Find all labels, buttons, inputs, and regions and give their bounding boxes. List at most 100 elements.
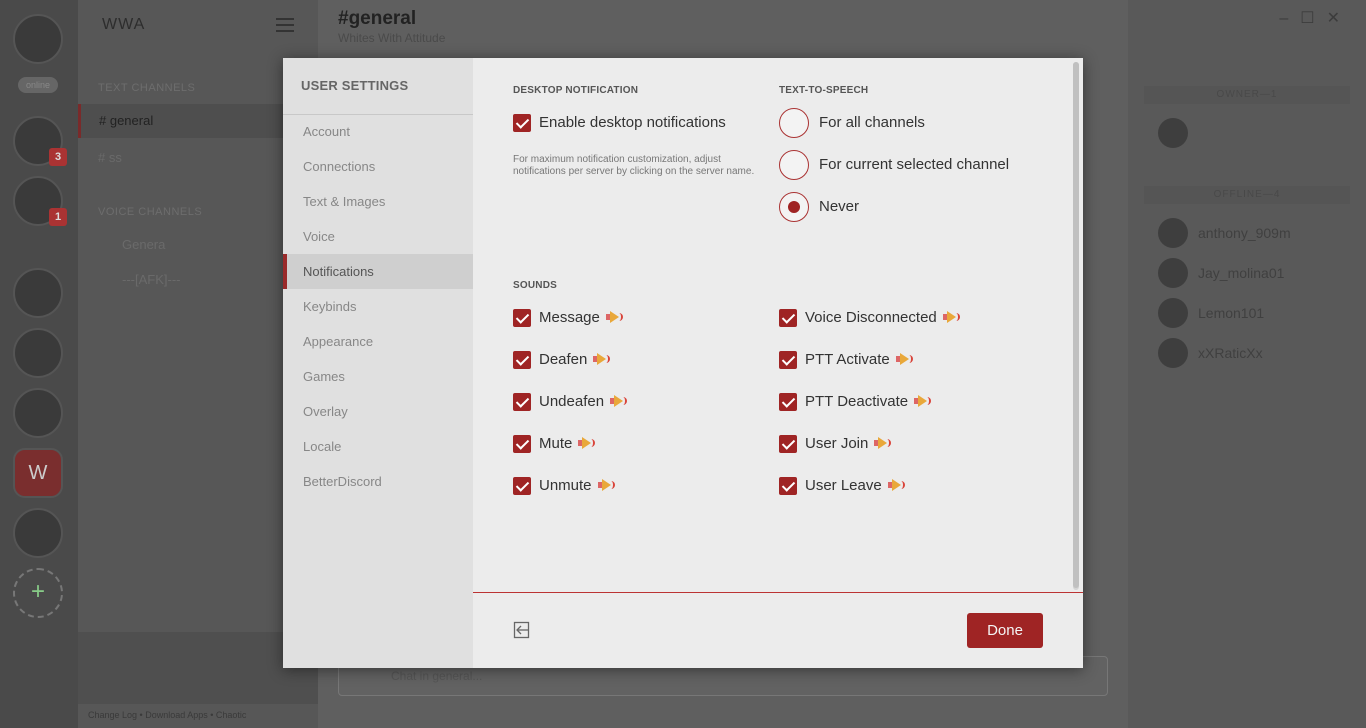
voice-channel-item[interactable]: Genera: [122, 237, 165, 252]
checkbox-label: Mute: [539, 435, 573, 452]
sound-undeafen-checkbox[interactable]: Undeafen: [513, 392, 713, 414]
channel-item[interactable]: # ss: [98, 150, 122, 165]
sound-mute-checkbox[interactable]: Mute: [513, 434, 713, 456]
speaker-icon[interactable]: [895, 353, 914, 365]
avatar: [1158, 298, 1188, 328]
sound-user-leave-checkbox[interactable]: User Leave: [779, 476, 1019, 498]
sound-user-join-checkbox[interactable]: User Join: [779, 434, 1019, 456]
radio-button[interactable]: [779, 150, 809, 180]
speaker-icon[interactable]: [887, 479, 906, 491]
checkbox-label: Undeafen: [539, 393, 605, 410]
guild-icon[interactable]: [13, 508, 63, 558]
member-list: OWNER—1 OFFLINE—4 anthony_909m Jay_molin…: [1128, 0, 1366, 728]
guild-icon-wwa[interactable]: W: [13, 448, 63, 498]
checkbox-checked[interactable]: [779, 393, 797, 411]
chat-placeholder: Chat in general...: [391, 669, 483, 683]
checkbox-label-wrap: User Join: [805, 435, 892, 452]
checkbox-checked[interactable]: [513, 477, 531, 495]
checkbox-label-wrap: User Leave: [805, 477, 906, 494]
window-controls[interactable]: –☐✕: [1279, 8, 1352, 28]
nav-keybinds[interactable]: Keybinds: [283, 289, 473, 324]
logout-icon[interactable]: [513, 621, 531, 639]
speaker-icon[interactable]: [914, 395, 932, 407]
nav-overlay[interactable]: Overlay: [283, 394, 473, 429]
nav-account[interactable]: Account: [283, 114, 473, 149]
checkbox-label: Unmute: [539, 477, 592, 494]
speaker-icon[interactable]: [610, 395, 628, 407]
nav-voice[interactable]: Voice: [283, 219, 473, 254]
nav-betterdiscord[interactable]: BetterDiscord: [283, 464, 473, 499]
guild-icon[interactable]: [13, 388, 63, 438]
guild-badge: 3: [49, 148, 67, 166]
checkbox-checked[interactable]: [779, 309, 797, 327]
tts-option-all-channels[interactable]: For all channels: [779, 108, 1039, 138]
close-icon[interactable]: ✕: [1327, 10, 1352, 27]
guild-icon[interactable]: [13, 328, 63, 378]
guild-icon[interactable]: 3: [13, 116, 67, 166]
footer-links[interactable]: Change Log • Download Apps • Chaotic: [88, 710, 246, 720]
speaker-icon[interactable]: [597, 479, 616, 491]
radio-button[interactable]: [779, 108, 809, 138]
nav-connections[interactable]: Connections: [283, 149, 473, 184]
owner-heading: OWNER—1: [1144, 86, 1350, 104]
user-settings-modal: USER SETTINGS Account Connections Text &…: [283, 58, 1083, 668]
voice-channel-item[interactable]: ---[AFK]---: [122, 272, 180, 287]
radio-button-selected[interactable]: [779, 192, 809, 222]
checkbox-label: Message: [539, 309, 600, 326]
checkbox-checked[interactable]: [513, 435, 531, 453]
tts-option-current-channel[interactable]: For current selected channel: [779, 150, 1039, 180]
checkbox-checked[interactable]: [779, 351, 797, 369]
checkbox-checked[interactable]: [779, 477, 797, 495]
enable-desktop-notifications-checkbox[interactable]: Enable desktop notifications: [513, 113, 773, 135]
checkbox-label-wrap: Undeafen: [539, 393, 628, 410]
speaker-icon[interactable]: [874, 437, 892, 449]
guild-icon[interactable]: 1: [13, 176, 67, 226]
sound-deafen-checkbox[interactable]: Deafen: [513, 350, 713, 372]
user-bar: [78, 632, 318, 704]
avatar: [1158, 218, 1188, 248]
checkbox-checked[interactable]: [513, 393, 531, 411]
checkbox-label: Enable desktop notifications: [539, 114, 726, 131]
sound-ptt-deactivate-checkbox[interactable]: PTT Deactivate: [779, 392, 1019, 414]
channel-label: # general: [99, 113, 154, 128]
speaker-icon[interactable]: [942, 311, 961, 323]
channel-item-general[interactable]: # general: [78, 104, 318, 138]
desktop-notification-heading: DESKTOP NOTIFICATION: [513, 85, 639, 96]
checkbox-label: Voice Disconnected: [805, 309, 937, 326]
checkbox-checked[interactable]: [779, 435, 797, 453]
minimize-icon[interactable]: –: [1279, 10, 1300, 27]
speaker-icon[interactable]: [605, 311, 624, 323]
nav-notifications[interactable]: Notifications: [283, 254, 473, 289]
user-avatar[interactable]: [13, 14, 63, 64]
maximize-icon[interactable]: ☐: [1300, 10, 1326, 27]
speaker-icon[interactable]: [593, 353, 611, 365]
nav-text-images[interactable]: Text & Images: [283, 184, 473, 219]
guild-icon[interactable]: [13, 268, 63, 318]
checkbox-checked[interactable]: [513, 114, 531, 132]
sound-unmute-checkbox[interactable]: Unmute: [513, 476, 713, 498]
nav-locale[interactable]: Locale: [283, 429, 473, 464]
sound-voice-disconnected-checkbox[interactable]: Voice Disconnected: [779, 308, 1019, 330]
menu-icon[interactable]: [276, 18, 294, 32]
checkbox-label-wrap: Deafen: [539, 351, 611, 368]
scrollbar-thumb[interactable]: [1073, 62, 1079, 588]
checkbox-label-wrap: Voice Disconnected: [805, 309, 961, 326]
done-button[interactable]: Done: [967, 613, 1043, 648]
nav-appearance[interactable]: Appearance: [283, 324, 473, 359]
tts-option-never[interactable]: Never: [779, 192, 1039, 222]
settings-title: USER SETTINGS: [301, 78, 409, 93]
checkbox-label-wrap: Mute: [539, 435, 596, 452]
speaker-icon[interactable]: [578, 437, 596, 449]
checkbox-checked[interactable]: [513, 309, 531, 327]
checkbox-checked[interactable]: [513, 351, 531, 369]
tts-heading: TEXT-TO-SPEECH: [779, 85, 869, 96]
sound-message-checkbox[interactable]: Message: [513, 308, 713, 330]
add-server-button[interactable]: +: [13, 568, 63, 618]
voice-channels-heading: VOICE CHANNELS: [98, 206, 203, 218]
nav-games[interactable]: Games: [283, 359, 473, 394]
channel-title: #general: [338, 8, 417, 29]
settings-scrollbar[interactable]: [1073, 62, 1079, 590]
checkbox-label: PTT Deactivate: [805, 393, 909, 410]
sound-ptt-activate-checkbox[interactable]: PTT Activate: [779, 350, 1019, 372]
sounds-heading: SOUNDS: [513, 280, 557, 291]
